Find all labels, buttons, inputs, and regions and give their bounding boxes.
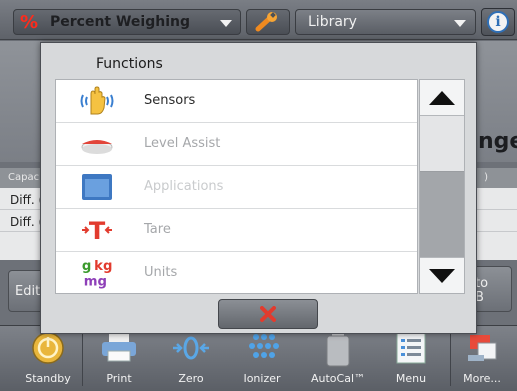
units-icon-kg: kg [94,259,112,274]
scroll-track[interactable] [420,116,464,257]
applications-window-icon [82,174,112,200]
level-bubble-icon [81,140,113,154]
zero-icon [173,336,209,360]
x-close-icon [260,306,276,322]
close-dialog-button[interactable] [218,299,318,329]
hand-sensor-icon [80,86,114,115]
autocal-weight-icon [326,330,350,367]
wrench-icon [255,12,277,32]
ionizer-label: Ionizer [243,372,281,385]
scroll-thumb[interactable] [420,116,464,172]
more-label: More... [463,372,501,385]
functions-dialog: Functions Sensors Level Assist Applicati… [40,42,477,334]
application-selector[interactable]: % Percent Weighing [13,9,241,35]
toolbar-divider [82,332,83,386]
units-icon: g kg mg [80,257,114,289]
printer-icon [102,333,136,362]
list-item-label: Applications [144,179,224,194]
bottom-toolbar: Standby Print Zero Ionizer AutoCal™ Menu… [0,325,517,391]
application-name: Percent Weighing [50,14,190,30]
standby-icon [32,332,64,364]
menu-list-icon [396,332,426,364]
list-item-level-assist[interactable]: Level Assist [56,123,417,166]
info-button[interactable]: i [481,8,515,36]
menu-label: Menu [395,372,427,385]
settings-button[interactable] [246,9,290,35]
zero-button[interactable]: Zero [156,326,226,391]
units-icon-g: g [82,259,91,274]
print-label: Print [106,372,132,385]
info-table-header-right: ) [484,172,488,183]
ionizer-button[interactable]: Ionizer [227,326,297,391]
list-item-tare[interactable]: T Tare [56,209,417,252]
list-scrollbar[interactable] [419,79,465,294]
standby-label: Standby [25,372,71,385]
list-item-label: Tare [144,222,171,237]
library-selector[interactable]: Library [295,9,476,35]
list-item-label: Sensors [144,93,196,108]
list-item-label: Level Assist [144,136,221,151]
autocal-label: AutoCal™ [310,372,366,385]
weight-display-text: nge [478,129,517,154]
scroll-up-button[interactable] [420,80,464,116]
autocal-button[interactable]: AutoCal™ [303,326,373,391]
info-icon: i [487,11,509,33]
tare-icon: T [80,214,114,246]
functions-list: Sensors Level Assist Applications T Tare… [55,79,418,294]
scroll-down-button[interactable] [420,257,464,293]
standby-button[interactable]: Standby [13,326,83,391]
chevron-down-icon [220,20,232,27]
units-icon-mg: mg [84,274,107,289]
zero-label: Zero [178,372,204,385]
top-bar: % Percent Weighing Library i [0,0,517,40]
triangle-up-icon [429,90,455,105]
dialog-title: Functions [96,56,163,72]
list-item-label: Units [144,265,178,280]
tare-icon-letter: T [89,217,106,245]
percent-icon: % [19,11,39,33]
ionizer-icon [249,334,279,358]
menu-button[interactable]: Menu [376,326,446,391]
list-item-applications[interactable]: Applications [56,166,417,209]
print-button[interactable]: Print [84,326,154,391]
list-item-units[interactable]: g kg mg Units [56,252,417,295]
more-icon [468,335,497,361]
more-button[interactable]: More... [447,326,517,391]
library-label: Library [308,14,357,30]
triangle-down-icon [429,268,455,283]
chevron-down-icon [454,20,466,27]
list-item-sensors[interactable]: Sensors [56,80,417,123]
